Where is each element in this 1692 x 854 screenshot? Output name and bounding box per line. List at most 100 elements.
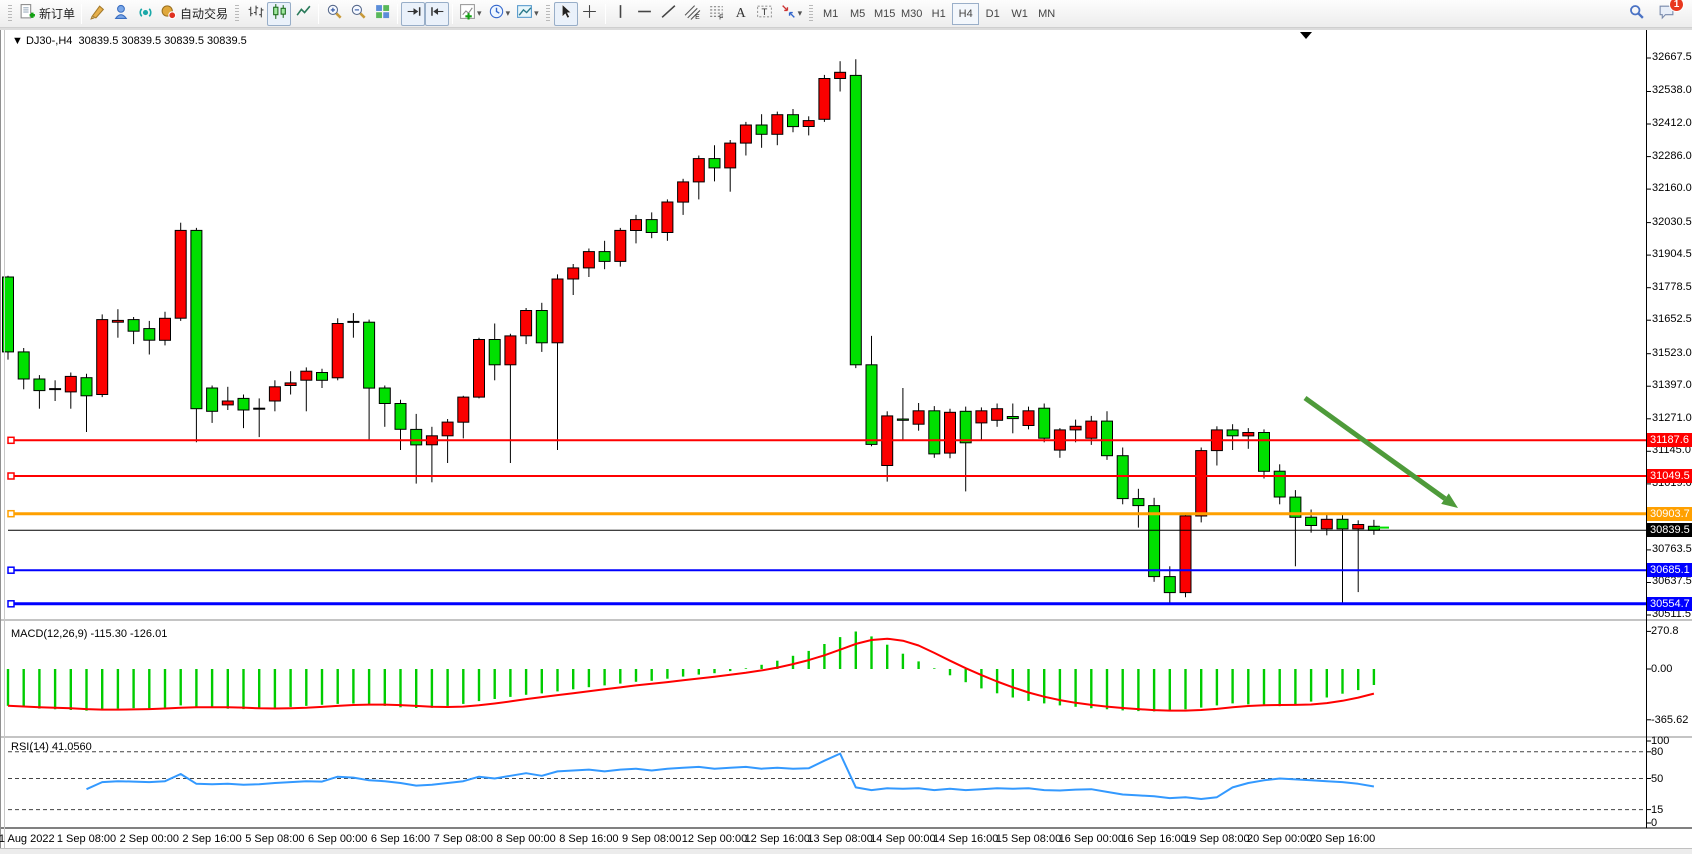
- auto-scroll-button[interactable]: [401, 2, 425, 26]
- timeframe-m5-button[interactable]: M5: [844, 3, 871, 25]
- time-tick-label: 15 Sep 08:00: [984, 833, 1074, 845]
- metaeditor-icon: [89, 3, 106, 25]
- time-tick-label: 6 Sep 16:00: [356, 833, 446, 845]
- horizontal-line-button[interactable]: [633, 2, 657, 26]
- horizontal-line-icon: [636, 3, 653, 25]
- timeframe-d1-button[interactable]: D1: [979, 3, 1006, 25]
- candlestick-chart-button[interactable]: [267, 2, 291, 26]
- timeframe-h4-button[interactable]: H4: [952, 3, 979, 25]
- crosshair-button[interactable]: [578, 2, 602, 26]
- timeframe-m1-button[interactable]: M1: [817, 3, 844, 25]
- line-chart-button[interactable]: [291, 2, 315, 26]
- time-tick-label: 5 Sep 08:00: [230, 833, 320, 845]
- indicators-icon: [459, 3, 476, 25]
- indicators-button[interactable]: ▾: [456, 2, 485, 26]
- svg-text:A: A: [736, 4, 746, 19]
- timeframe-m30-button[interactable]: M30: [898, 3, 925, 25]
- text-button[interactable]: A: [729, 2, 753, 26]
- price-axis[interactable]: [1646, 28, 1692, 828]
- toolbar-grip[interactable]: [235, 5, 239, 23]
- metaeditor-button[interactable]: [85, 2, 109, 26]
- timeframe-w1-button[interactable]: W1: [1006, 3, 1033, 25]
- svg-text:E: E: [695, 13, 700, 19]
- chevron-down-icon: ▾: [477, 8, 482, 19]
- time-tick-label: 6 Sep 00:00: [293, 833, 383, 845]
- zoom-in-icon: [326, 3, 343, 25]
- new-order-icon: [19, 3, 36, 25]
- time-tick-label: 14 Sep 16:00: [921, 833, 1011, 845]
- timeframe-m15-button[interactable]: M15: [871, 3, 898, 25]
- time-tick-label: 13 Sep 08:00: [795, 833, 885, 845]
- tile-windows-icon: [374, 3, 391, 25]
- equidistant-channel-icon: E: [684, 3, 701, 25]
- templates-button[interactable]: ▾: [513, 2, 542, 26]
- chevron-down-icon: ▾: [506, 8, 511, 19]
- time-tick-label: 12 Sep 16:00: [732, 833, 822, 845]
- signals-button[interactable]: [133, 2, 157, 26]
- cursor-button[interactable]: [554, 2, 578, 26]
- periods-icon: [488, 3, 505, 25]
- news-button[interactable]: 1: [1654, 2, 1678, 26]
- time-tick-label: 14 Sep 00:00: [858, 833, 948, 845]
- community-button[interactable]: [109, 2, 133, 26]
- time-axis[interactable]: 31 Aug 20221 Sep 08:002 Sep 00:002 Sep 1…: [0, 828, 1692, 848]
- equidistant-channel-button[interactable]: E: [681, 2, 705, 26]
- arrows-button[interactable]: ▾: [777, 2, 806, 26]
- autotrading-button[interactable]: 自动交易: [157, 2, 231, 26]
- crosshair-icon: [581, 3, 598, 25]
- timeframe-h1-button[interactable]: H1: [925, 3, 952, 25]
- search-button[interactable]: [1624, 2, 1648, 26]
- new-order-button[interactable]: 新订单: [16, 2, 78, 26]
- bar-chart-button[interactable]: [243, 2, 267, 26]
- autotrading-icon: [160, 3, 177, 25]
- auto-scroll-icon: [405, 3, 422, 25]
- timeframe-mn-button[interactable]: MN: [1033, 3, 1060, 25]
- chart-shift-button[interactable]: [425, 2, 449, 26]
- toolbar-grip[interactable]: [809, 5, 813, 23]
- zoom-out-button[interactable]: [346, 2, 370, 26]
- arrows-icon: [780, 3, 797, 25]
- time-tick-label: 20 Sep 00:00: [1235, 833, 1325, 845]
- toolbar-separator: [81, 4, 82, 24]
- templates-icon: [516, 3, 533, 25]
- text-label-icon: T: [756, 3, 773, 25]
- svg-text:F: F: [719, 14, 723, 20]
- chevron-down-icon: ▾: [798, 8, 803, 19]
- time-tick-label: 2 Sep 00:00: [104, 833, 194, 845]
- toolbar-separator: [605, 4, 606, 24]
- toolbar-grip[interactable]: [8, 5, 12, 23]
- vertical-line-button[interactable]: [609, 2, 633, 26]
- zoom-in-button[interactable]: [322, 2, 346, 26]
- tile-windows-button[interactable]: [370, 2, 394, 26]
- vertical-line-icon: [612, 3, 629, 25]
- fibonacci-icon: F: [708, 3, 725, 25]
- line-chart-icon: [295, 3, 312, 25]
- zoom-out-icon: [350, 3, 367, 25]
- toolbar-separator: [318, 4, 319, 24]
- time-tick-label: 20 Sep 16:00: [1298, 833, 1388, 845]
- time-tick-label: 16 Sep 00:00: [1046, 833, 1136, 845]
- toolbar-separator: [397, 4, 398, 24]
- svg-text:T: T: [762, 7, 768, 18]
- new-order-label: 新订单: [39, 5, 75, 22]
- chart-canvas[interactable]: [0, 28, 1692, 854]
- notification-badge: 1: [1669, 0, 1684, 12]
- text-label-button[interactable]: T: [753, 2, 777, 26]
- time-tick-label: 7 Sep 08:00: [418, 833, 508, 845]
- trendline-icon: [660, 3, 677, 25]
- autotrading-label: 自动交易: [180, 5, 228, 22]
- fibonacci-button[interactable]: F: [705, 2, 729, 26]
- time-tick-label: 19 Sep 08:00: [1172, 833, 1262, 845]
- search-icon: [1628, 3, 1645, 25]
- chevron-down-icon: ▾: [534, 8, 539, 19]
- time-tick-label: 9 Sep 08:00: [607, 833, 697, 845]
- periods-button[interactable]: ▾: [485, 2, 514, 26]
- time-tick-label: 31 Aug 2022: [0, 833, 69, 845]
- chart-window[interactable]: ▼ DJ30-,H4 30839.5 30839.5 30839.5 30839…: [0, 28, 1692, 854]
- toolbar-separator: [452, 4, 453, 24]
- trendline-button[interactable]: [657, 2, 681, 26]
- toolbar-grip[interactable]: [546, 5, 550, 23]
- community-icon: [113, 3, 130, 25]
- time-tick-label: 8 Sep 00:00: [481, 833, 571, 845]
- time-tick-label: 1 Sep 08:00: [42, 833, 132, 845]
